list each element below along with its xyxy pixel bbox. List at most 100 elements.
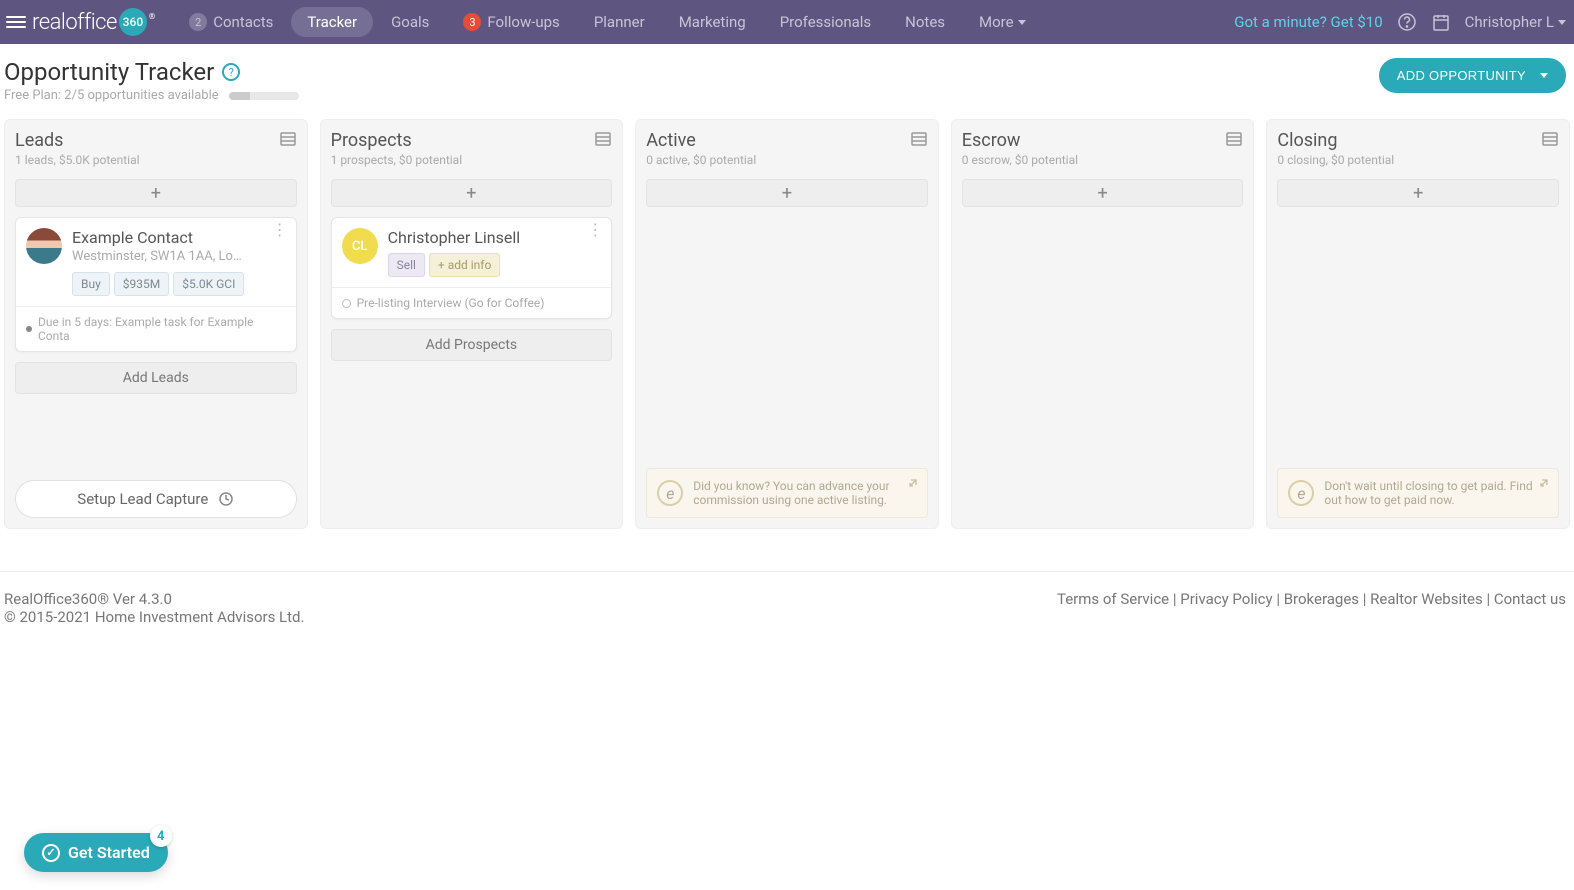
column-title: Leads — [15, 130, 140, 151]
status-dot-icon — [26, 326, 32, 332]
link-realtor[interactable]: Realtor Websites — [1370, 590, 1483, 608]
task-text: Pre-listing Interview (Go for Coffee) — [357, 296, 545, 310]
nav-label: Follow-ups — [487, 13, 559, 31]
column-closing: Closing 0 closing, $0 potential + e Don'… — [1266, 119, 1570, 529]
column-subtitle: 0 active, $0 potential — [646, 153, 756, 167]
button-label: Get Started — [68, 843, 150, 862]
column-title: Closing — [1277, 130, 1394, 151]
more-options-icon[interactable]: ⋮ — [272, 226, 288, 234]
link-contact[interactable]: Contact us — [1494, 590, 1566, 608]
tag-type: Sell — [388, 253, 425, 277]
nav-goals[interactable]: Goals — [375, 7, 445, 37]
list-view-icon[interactable] — [1541, 130, 1559, 148]
nav-contacts[interactable]: 2 Contacts — [173, 7, 289, 37]
status-circle-icon — [342, 299, 351, 308]
nav-followups[interactable]: 3 Follow-ups — [447, 7, 575, 37]
add-card-button[interactable]: + — [1277, 179, 1559, 207]
nav-label: Goals — [391, 13, 429, 31]
tip-icon: e — [657, 480, 683, 506]
link-brokerages[interactable]: Brokerages — [1284, 590, 1359, 608]
calendar-icon[interactable] — [1431, 12, 1451, 32]
user-name: Christopher L — [1465, 13, 1554, 31]
chevron-down-icon — [1558, 20, 1566, 25]
list-view-icon[interactable] — [279, 130, 297, 148]
nav-notes[interactable]: Notes — [889, 7, 961, 37]
nav-label: More — [979, 13, 1014, 31]
page-title: Opportunity Tracker — [4, 58, 214, 86]
nav-label: Contacts — [213, 13, 273, 31]
link-privacy[interactable]: Privacy Policy — [1180, 590, 1272, 608]
version-text: RealOffice360® Ver 4.3.0 — [4, 590, 304, 608]
link-tos[interactable]: Terms of Service — [1057, 590, 1169, 608]
menu-icon[interactable] — [4, 10, 28, 34]
top-nav: realoffice 360 ® 2 Contacts Tracker Goal… — [0, 0, 1574, 44]
footer: RealOffice360® Ver 4.3.0 © 2015-2021 Hom… — [0, 571, 1574, 686]
tag-type: Buy — [72, 272, 110, 296]
tip-icon: e — [1288, 480, 1314, 506]
tip-text: Did you know? You can advance your commi… — [693, 479, 917, 507]
nav-label: Notes — [905, 13, 945, 31]
nav-more[interactable]: More — [963, 7, 1042, 37]
prospect-card[interactable]: CL Christopher Linsell Sell + add info ⋮… — [331, 217, 613, 319]
column-subtitle: 0 escrow, $0 potential — [962, 153, 1078, 167]
nav-label: Professionals — [780, 13, 871, 31]
initials: CL — [352, 239, 368, 254]
more-options-icon[interactable]: ⋮ — [587, 226, 603, 234]
tip-text: Don't wait until closing to get paid. Fi… — [1324, 479, 1548, 507]
external-link-icon — [907, 477, 919, 489]
tag-value: $935M — [114, 272, 169, 296]
column-escrow: Escrow 0 escrow, $0 potential + — [951, 119, 1255, 529]
badge-count: 4 — [150, 825, 172, 847]
add-card-button[interactable]: + — [331, 179, 613, 207]
add-opportunity-button[interactable]: ADD OPPORTUNITY — [1379, 58, 1566, 93]
list-view-icon[interactable] — [910, 130, 928, 148]
button-label: Setup Lead Capture — [77, 490, 208, 508]
add-prospects-button[interactable]: Add Prospects — [331, 329, 613, 361]
add-leads-button[interactable]: Add Leads — [15, 362, 297, 394]
nav-label: Marketing — [679, 13, 746, 31]
button-label: Add Prospects — [426, 337, 517, 353]
external-link-icon — [1538, 477, 1550, 489]
add-card-button[interactable]: + — [646, 179, 928, 207]
trademark-icon: ® — [149, 12, 155, 21]
kanban-board: Leads 1 leads, $5.0K potential + Example… — [0, 107, 1574, 541]
column-prospects: Prospects 1 prospects, $0 potential + CL… — [320, 119, 624, 529]
tag-add-info[interactable]: + add info — [429, 253, 500, 277]
nav-items: 2 Contacts Tracker Goals 3 Follow-ups Pl… — [173, 7, 1234, 37]
add-card-button[interactable]: + — [15, 179, 297, 207]
nav-professionals[interactable]: Professionals — [764, 7, 887, 37]
card-name: Example Contact — [72, 228, 286, 247]
help-icon[interactable] — [1397, 12, 1417, 32]
column-leads: Leads 1 leads, $5.0K potential + Example… — [4, 119, 308, 529]
target-icon — [218, 491, 234, 507]
nav-marketing[interactable]: Marketing — [663, 7, 762, 37]
tip-active[interactable]: e Did you know? You can advance your com… — [646, 468, 928, 518]
list-view-icon[interactable] — [594, 130, 612, 148]
card-address: Westminster, SW1A 1AA, Lond... — [72, 249, 247, 264]
user-menu[interactable]: Christopher L — [1465, 13, 1566, 31]
footer-links: Terms of Service | Privacy Policy | Brok… — [1057, 590, 1566, 626]
nav-tracker[interactable]: Tracker — [291, 7, 373, 37]
due-text: Due in 5 days: Example task for Example … — [38, 315, 286, 343]
column-title: Prospects — [331, 130, 463, 151]
add-card-button[interactable]: + — [962, 179, 1244, 207]
nav-planner[interactable]: Planner — [578, 7, 661, 37]
nav-label: Planner — [594, 13, 645, 31]
tag-gci: $5.0K GCI — [173, 272, 244, 296]
plan-text: Free Plan: 2/5 opportunities available — [4, 88, 219, 103]
setup-lead-capture-button[interactable]: Setup Lead Capture — [15, 480, 297, 518]
promo-link[interactable]: Got a minute? Get $10 — [1234, 13, 1382, 31]
copyright-text: © 2015-2021 Home Investment Advisors Ltd… — [4, 608, 304, 626]
chevron-down-icon — [1018, 20, 1026, 25]
page-header: Opportunity Tracker ? Free Plan: 2/5 opp… — [0, 44, 1574, 107]
column-active: Active 0 active, $0 potential + e Did yo… — [635, 119, 939, 529]
get-started-button[interactable]: ✓ Get Started 4 — [24, 833, 168, 872]
card-name: Christopher Linsell — [388, 228, 602, 247]
list-view-icon[interactable] — [1225, 130, 1243, 148]
lead-card[interactable]: Example Contact Westminster, SW1A 1AA, L… — [15, 217, 297, 352]
badge-count: 3 — [463, 13, 481, 31]
column-title: Escrow — [962, 130, 1078, 151]
logo[interactable]: realoffice 360 ® — [32, 8, 155, 36]
help-question-icon[interactable]: ? — [222, 63, 240, 81]
tip-closing[interactable]: e Don't wait until closing to get paid. … — [1277, 468, 1559, 518]
